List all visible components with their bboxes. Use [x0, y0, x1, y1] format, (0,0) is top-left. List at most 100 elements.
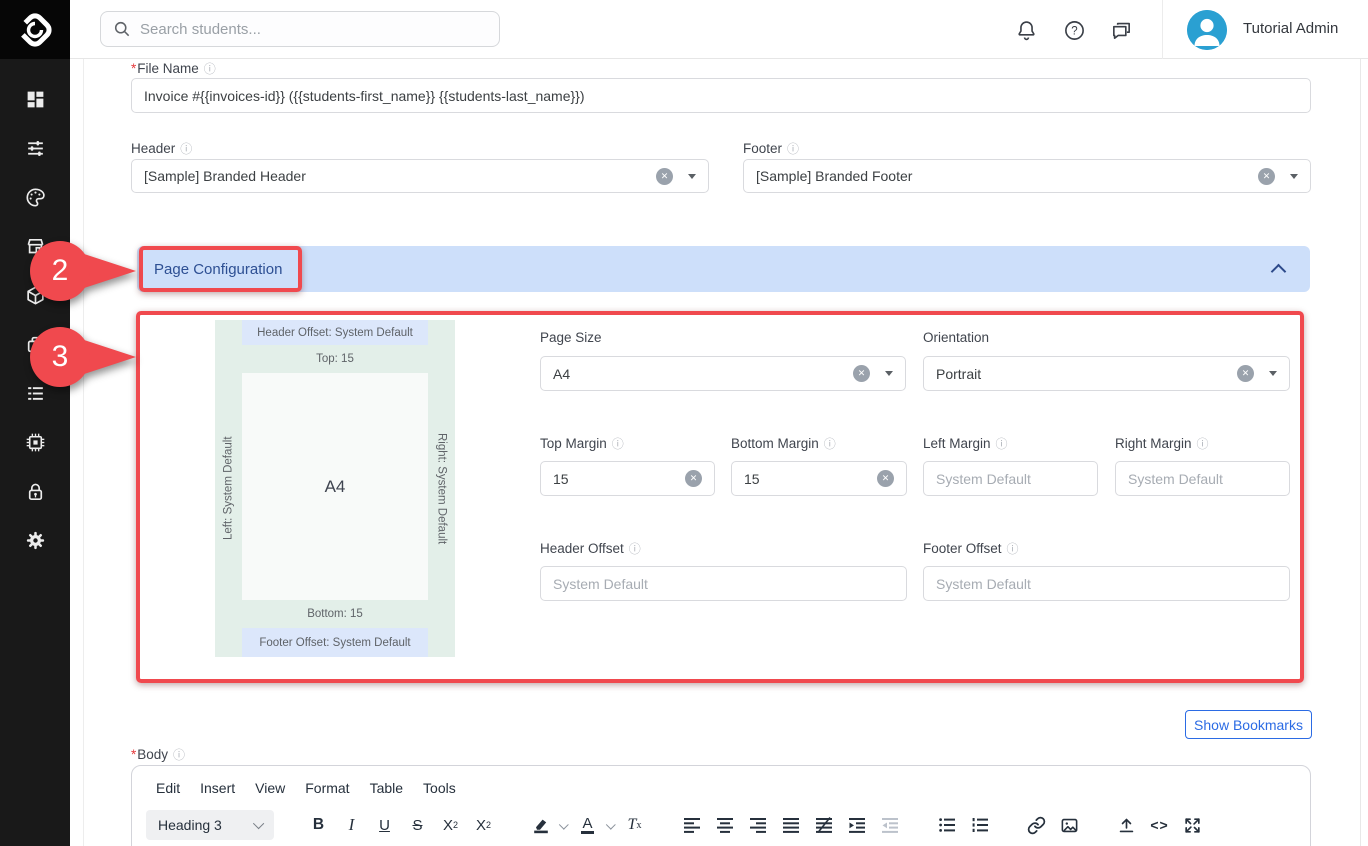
right-margin-label: Right Marginⓘ	[1115, 435, 1209, 452]
caret-down-icon[interactable]	[688, 174, 696, 179]
source-code-button[interactable]: <>	[1143, 810, 1176, 840]
underline-button[interactable]: U	[368, 810, 401, 840]
preview-bottom-margin: Bottom: 15	[242, 600, 428, 628]
upload-icon	[1117, 816, 1136, 835]
text-color-button[interactable]: A	[571, 810, 604, 840]
footer-offset-input[interactable]	[936, 576, 1277, 592]
top-margin-clear-icon[interactable]: ✕	[685, 470, 702, 487]
top-margin-field: ✕	[540, 461, 715, 496]
messages-button[interactable]	[1108, 17, 1134, 43]
page-size-clear-icon[interactable]: ✕	[853, 365, 870, 382]
menu-tools[interactable]: Tools	[413, 776, 466, 800]
strikethrough-button[interactable]: S	[401, 810, 434, 840]
app-logo[interactable]	[0, 0, 70, 59]
link-icon	[1027, 816, 1046, 835]
help-button[interactable]: ?	[1061, 17, 1087, 43]
clear-formatting-button[interactable]: Tx	[618, 810, 651, 840]
block-format-select[interactable]: Heading 3	[146, 810, 274, 840]
menu-insert[interactable]: Insert	[190, 776, 245, 800]
menu-table[interactable]: Table	[360, 776, 413, 800]
left-margin-input[interactable]	[936, 471, 1085, 487]
bottom-margin-input[interactable]	[744, 471, 877, 487]
bold-button[interactable]: B	[302, 810, 335, 840]
dashboard-icon	[25, 89, 46, 110]
left-margin-field	[923, 461, 1098, 496]
highlight-color-button[interactable]	[524, 810, 557, 840]
left-margin-label: Left Marginⓘ	[923, 435, 1008, 452]
superscript-digit: 2	[486, 820, 491, 830]
align-center-button[interactable]	[708, 810, 741, 840]
bullet-list-button[interactable]	[930, 810, 963, 840]
chevron-up-icon[interactable]	[1271, 264, 1287, 280]
left-margin-label-text: Left Margin	[923, 436, 991, 451]
page-configuration-header[interactable]: Page Configuration	[137, 246, 1310, 292]
superscript-button[interactable]: X2	[467, 810, 500, 840]
header-offset-label-text: Header Offset	[540, 541, 624, 556]
info-icon: ⓘ	[824, 437, 836, 451]
sidebar-item-settings[interactable]	[0, 516, 70, 565]
show-bookmarks-button[interactable]: Show Bookmarks	[1185, 710, 1312, 739]
avatar[interactable]	[1187, 10, 1227, 50]
indent-button[interactable]	[840, 810, 873, 840]
upload-button[interactable]	[1110, 810, 1143, 840]
highlight-color-caret[interactable]	[557, 810, 571, 840]
sidebar-item-automation[interactable]	[0, 418, 70, 467]
right-margin-input[interactable]	[1128, 471, 1277, 487]
outdent-button[interactable]	[873, 810, 906, 840]
scrollbar[interactable]	[1360, 59, 1368, 846]
sliders-icon	[25, 138, 46, 159]
align-center-icon	[716, 816, 734, 834]
preview-left-margin: Left: System Default	[215, 320, 242, 657]
subscript-button[interactable]: X2	[434, 810, 467, 840]
svg-text:?: ?	[1071, 25, 1077, 37]
chip-icon	[25, 432, 46, 453]
header-clear-icon[interactable]: ✕	[656, 168, 673, 185]
footer-select[interactable]: [Sample] Branded Footer ✕	[743, 159, 1311, 193]
bottom-margin-clear-icon[interactable]: ✕	[877, 470, 894, 487]
caret-down-icon[interactable]	[1290, 174, 1298, 179]
align-justify-button[interactable]	[774, 810, 807, 840]
top-margin-input[interactable]	[553, 471, 685, 487]
info-icon: ⓘ	[787, 142, 799, 156]
align-left-button[interactable]	[675, 810, 708, 840]
sidebar-item-modules[interactable]	[0, 271, 70, 320]
search-input[interactable]	[140, 21, 470, 38]
menu-format[interactable]: Format	[295, 776, 359, 800]
page-size-select[interactable]: A4 ✕	[540, 356, 906, 391]
caret-down-icon[interactable]	[885, 371, 893, 376]
sidebar-item-templates[interactable]	[0, 320, 70, 369]
italic-button[interactable]: I	[335, 810, 368, 840]
text-color-caret[interactable]	[604, 810, 618, 840]
footer-clear-icon[interactable]: ✕	[1258, 168, 1275, 185]
sidebar-item-dashboard[interactable]	[0, 75, 70, 124]
sidebar-item-lists[interactable]	[0, 369, 70, 418]
file-name-input[interactable]	[144, 88, 1298, 104]
sidebar-item-branding[interactable]	[0, 173, 70, 222]
footer-offset-label-text: Footer Offset	[923, 541, 1002, 556]
user-name[interactable]: Tutorial Admin	[1243, 20, 1338, 37]
align-none-button[interactable]	[807, 810, 840, 840]
sidebar-item-marketplace[interactable]	[0, 222, 70, 271]
file-name-field	[131, 78, 1311, 113]
orientation-clear-icon[interactable]: ✕	[1237, 365, 1254, 382]
align-right-button[interactable]	[741, 810, 774, 840]
menu-view[interactable]: View	[245, 776, 295, 800]
block-format-value: Heading 3	[158, 817, 256, 833]
header-offset-input[interactable]	[553, 576, 894, 592]
editor-toolbar: Heading 3 B I U S X2 X2 A	[132, 802, 1310, 842]
notifications-button[interactable]	[1013, 17, 1039, 43]
orientation-select[interactable]: Portrait ✕	[923, 356, 1290, 391]
preview-top-margin: Top: 15	[242, 345, 428, 373]
preview-right-margin: Right: System Default	[428, 320, 455, 657]
menu-edit[interactable]: Edit	[146, 776, 190, 800]
header-select[interactable]: [Sample] Branded Header ✕	[131, 159, 709, 193]
subscript-base: X	[443, 817, 453, 834]
insert-image-button[interactable]	[1053, 810, 1086, 840]
insert-link-button[interactable]	[1020, 810, 1053, 840]
sidebar-item-configuration[interactable]	[0, 124, 70, 173]
fullscreen-button[interactable]	[1176, 810, 1209, 840]
numbered-list-button[interactable]	[963, 810, 996, 840]
caret-down-icon[interactable]	[1269, 371, 1277, 376]
sidebar-item-security[interactable]	[0, 467, 70, 516]
top-margin-label-text: Top Margin	[540, 436, 607, 451]
